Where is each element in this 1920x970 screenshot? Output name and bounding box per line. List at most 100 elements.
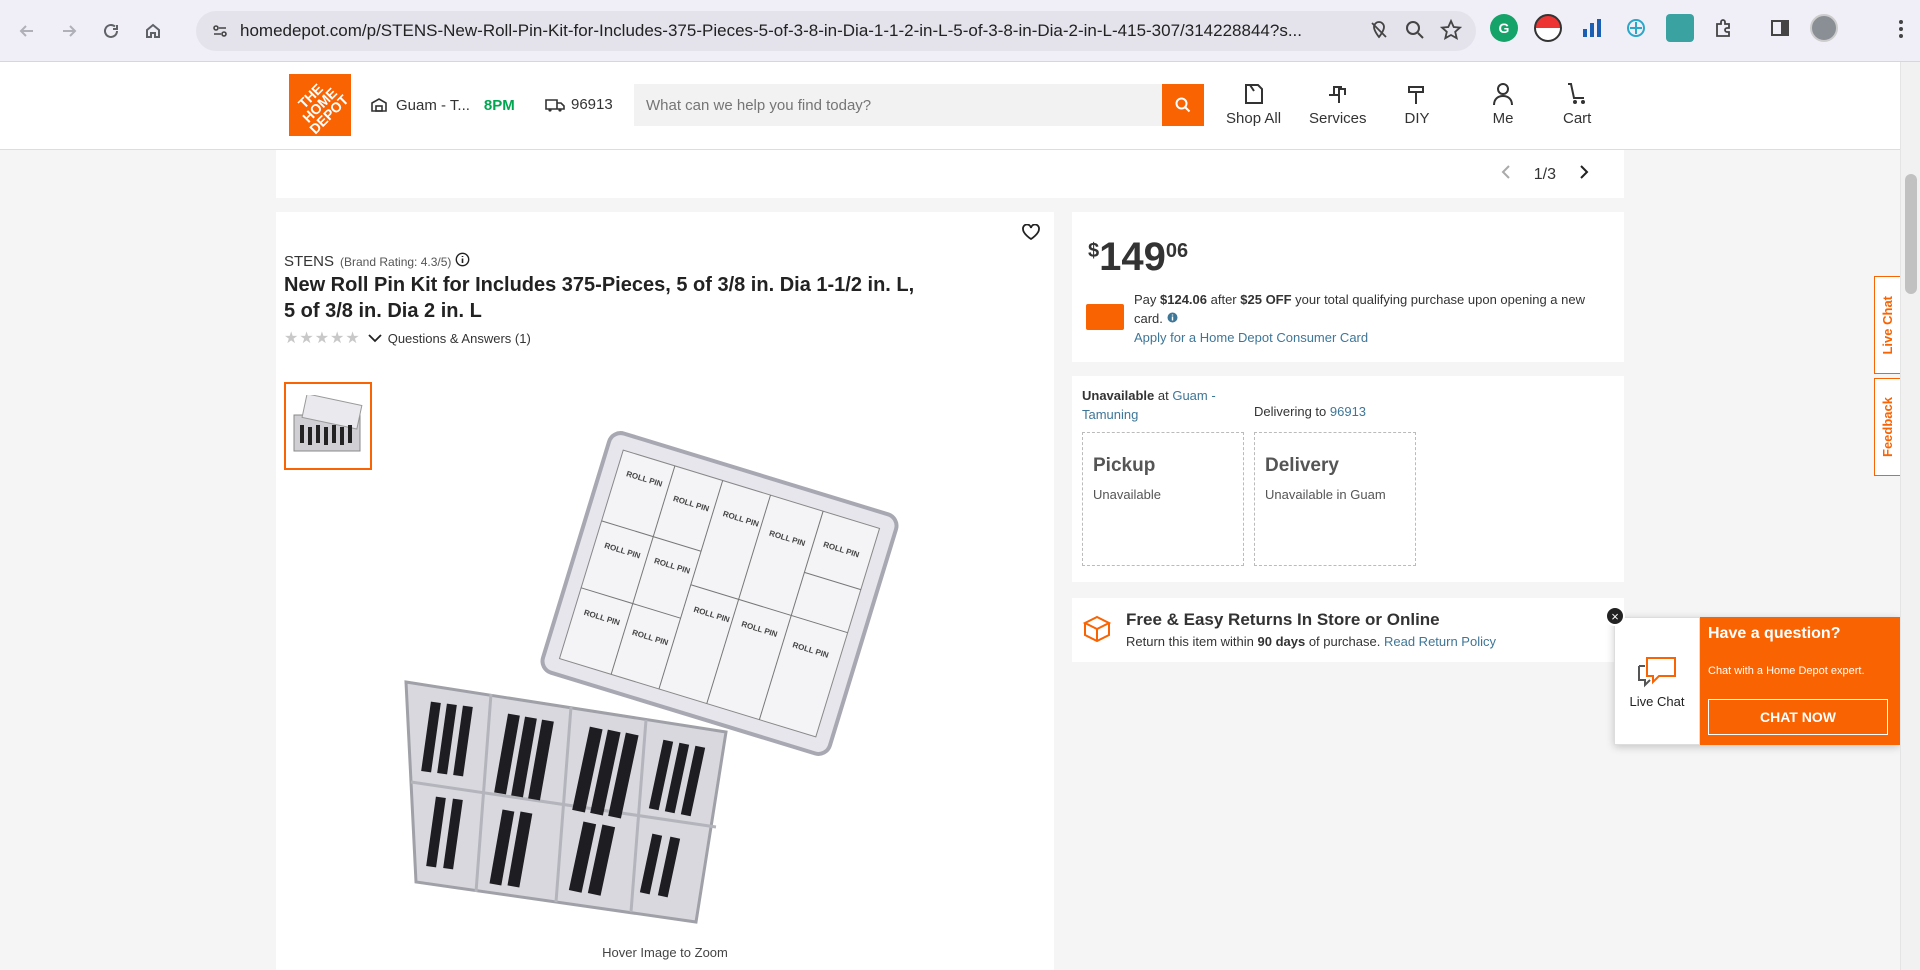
chat-panel: Have a question? Chat with a Home Depot …	[1700, 617, 1900, 745]
home-icon[interactable]	[136, 14, 170, 48]
chevron-down-icon[interactable]	[368, 331, 382, 346]
fulfillment-card: Unavailable at Guam - Tamuning Deliverin…	[1072, 376, 1624, 582]
image-pager-card: 1/3	[276, 150, 1624, 198]
cart-icon	[1568, 83, 1586, 104]
store-availability: Unavailable at Guam - Tamuning	[1082, 386, 1232, 424]
at-text: at	[1154, 388, 1173, 403]
services-button[interactable]: Services	[1309, 78, 1367, 127]
info-icon[interactable]	[455, 252, 470, 271]
returns-pre: Return this item within	[1126, 634, 1258, 649]
pickup-status: Unavailable	[1093, 487, 1161, 502]
cart-button[interactable]: Cart	[1563, 78, 1591, 127]
back-icon[interactable]	[10, 14, 44, 48]
analytics-extension-icon[interactable]	[1578, 14, 1606, 42]
card-promo: Pay $124.06 after $25 OFF your total qua…	[1134, 290, 1604, 347]
product-card: STENS (Brand Rating: 4.3/5) New Roll Pin…	[276, 212, 1054, 970]
chat-subtitle: Chat with a Home Depot expert.	[1708, 665, 1865, 677]
product-title: New Roll Pin Kit for Includes 375-Pieces…	[284, 274, 915, 322]
extensions-puzzle-icon[interactable]	[1710, 14, 1738, 42]
star-rating[interactable]: ★ ★ ★ ★ ★	[284, 328, 360, 348]
info-circle-icon[interactable]	[1167, 311, 1178, 326]
price: $ 149 06	[1088, 234, 1188, 280]
live-chat-button[interactable]: Live Chat	[1614, 617, 1700, 745]
pager-next-icon[interactable]	[1578, 164, 1590, 185]
delivery-title: Delivery	[1265, 455, 1339, 476]
brand-rating: (Brand Rating: 4.3/5)	[340, 254, 452, 269]
pickup-title: Pickup	[1093, 455, 1156, 476]
scrollbar-thumb[interactable]	[1905, 174, 1917, 294]
zoom-icon[interactable]	[1404, 19, 1426, 46]
price-card: $ 149 06 Pay $124.06 after $25 OFF your …	[1072, 212, 1624, 362]
store-icon	[371, 98, 387, 112]
chat-widget: Live Chat Have a question? Chat with a H…	[1614, 617, 1900, 745]
star-icon: ★	[314, 330, 330, 347]
apply-card-link[interactable]: Apply for a Home Depot Consumer Card	[1134, 330, 1368, 345]
diy-label: DIY	[1404, 110, 1430, 127]
delivering-to-label: Delivering to	[1254, 404, 1330, 419]
grammarly-icon[interactable]: G	[1490, 14, 1518, 42]
site-settings-icon[interactable]	[202, 13, 238, 49]
logo-text: THE HOME DEPOT	[294, 79, 352, 137]
product-main-image[interactable]: ROLL PIN ROLL PIN ROLL PIN ROLL PIN ROLL P…	[396, 402, 936, 942]
image-extension-icon[interactable]	[1666, 14, 1694, 42]
returns-card: Free & Easy Returns In Store or Online R…	[1072, 598, 1624, 662]
chat-bubble-icon	[1638, 656, 1676, 687]
delivering-to: Delivering to 96913	[1254, 404, 1366, 419]
search-button[interactable]	[1162, 84, 1204, 126]
cart-label: Cart	[1563, 110, 1592, 127]
shop-all-button[interactable]: Shop All	[1226, 78, 1281, 127]
delivery-zip-selector[interactable]: 96913	[545, 96, 613, 113]
services-icon	[1328, 86, 1346, 103]
return-policy-link[interactable]: Read Return Policy	[1384, 634, 1496, 649]
delivery-zip-link[interactable]: 96913	[1330, 404, 1366, 419]
home-depot-logo[interactable]: THE HOME DEPOT	[289, 74, 352, 137]
promo-after: after	[1207, 292, 1241, 307]
feedback-tab[interactable]: Feedback	[1874, 378, 1900, 476]
url-text[interactable]: homedepot.com/p/STENS-New-Roll-Pin-Kit-f…	[240, 21, 1350, 41]
side-panel-icon[interactable]	[1766, 14, 1794, 42]
store-hours: 8PM	[483, 96, 515, 114]
live-chat-tab[interactable]: Live Chat	[1874, 276, 1900, 374]
price-whole: 149	[1099, 235, 1166, 279]
search-input[interactable]	[634, 84, 1162, 126]
profile-avatar[interactable]	[1810, 14, 1838, 42]
page-scrollbar[interactable]	[1900, 62, 1920, 970]
truck-icon	[545, 98, 565, 112]
shop-all-label: Shop All	[1226, 110, 1282, 127]
returns-post: of purchase.	[1305, 634, 1384, 649]
address-bar[interactable]: homedepot.com/p/STENS-New-Roll-Pin-Kit-f…	[196, 11, 1476, 51]
reload-icon[interactable]	[94, 14, 128, 48]
questions-answers-link[interactable]: Questions & Answers (1)	[388, 331, 531, 346]
returns-box-icon	[1082, 614, 1112, 649]
credit-card-image	[1086, 304, 1124, 330]
me-label: Me	[1492, 110, 1514, 127]
bookmark-star-icon[interactable]	[1439, 18, 1463, 46]
promo-pay: Pay	[1134, 292, 1161, 307]
brand-name[interactable]: STENS	[284, 253, 334, 270]
promo-off: $25 OFF	[1240, 292, 1292, 307]
delivery-option[interactable]: Delivery Unavailable in Guam	[1254, 432, 1416, 566]
pickup-option[interactable]: Pickup Unavailable	[1082, 432, 1244, 566]
diy-button[interactable]: DIY	[1404, 78, 1430, 127]
location-off-icon[interactable]	[1368, 19, 1390, 46]
favorite-heart-icon[interactable]	[1022, 223, 1040, 245]
thumbnail-image[interactable]	[284, 382, 372, 470]
store-label: Guam - T...	[396, 96, 470, 114]
live-chat-label: Live Chat	[1629, 693, 1685, 709]
rating-and-qa: ★ ★ ★ ★ ★ Questions & Answers (1)	[284, 328, 531, 348]
promo-amount: $124.06	[1160, 292, 1208, 307]
store-selector[interactable]: Guam - T... 8PM	[370, 96, 515, 114]
live-chat-tab-label: Live Chat	[1880, 295, 1895, 355]
star-icon: ★	[330, 330, 345, 347]
pokeball-icon[interactable]	[1534, 14, 1562, 42]
price-cents: 06	[1165, 240, 1189, 262]
ai-extension-icon[interactable]	[1622, 14, 1650, 42]
me-button[interactable]: Me	[1490, 78, 1516, 127]
returns-text: Return this item within 90 days of purch…	[1126, 634, 1496, 649]
close-icon[interactable]: ×	[1605, 606, 1625, 626]
browser-menu-icon[interactable]	[1898, 18, 1904, 45]
brand-row: STENS (Brand Rating: 4.3/5)	[284, 252, 470, 271]
chat-now-button[interactable]: CHAT NOW	[1708, 699, 1888, 735]
pager-prev-icon[interactable]	[1500, 164, 1512, 185]
forward-icon[interactable]	[52, 14, 86, 48]
